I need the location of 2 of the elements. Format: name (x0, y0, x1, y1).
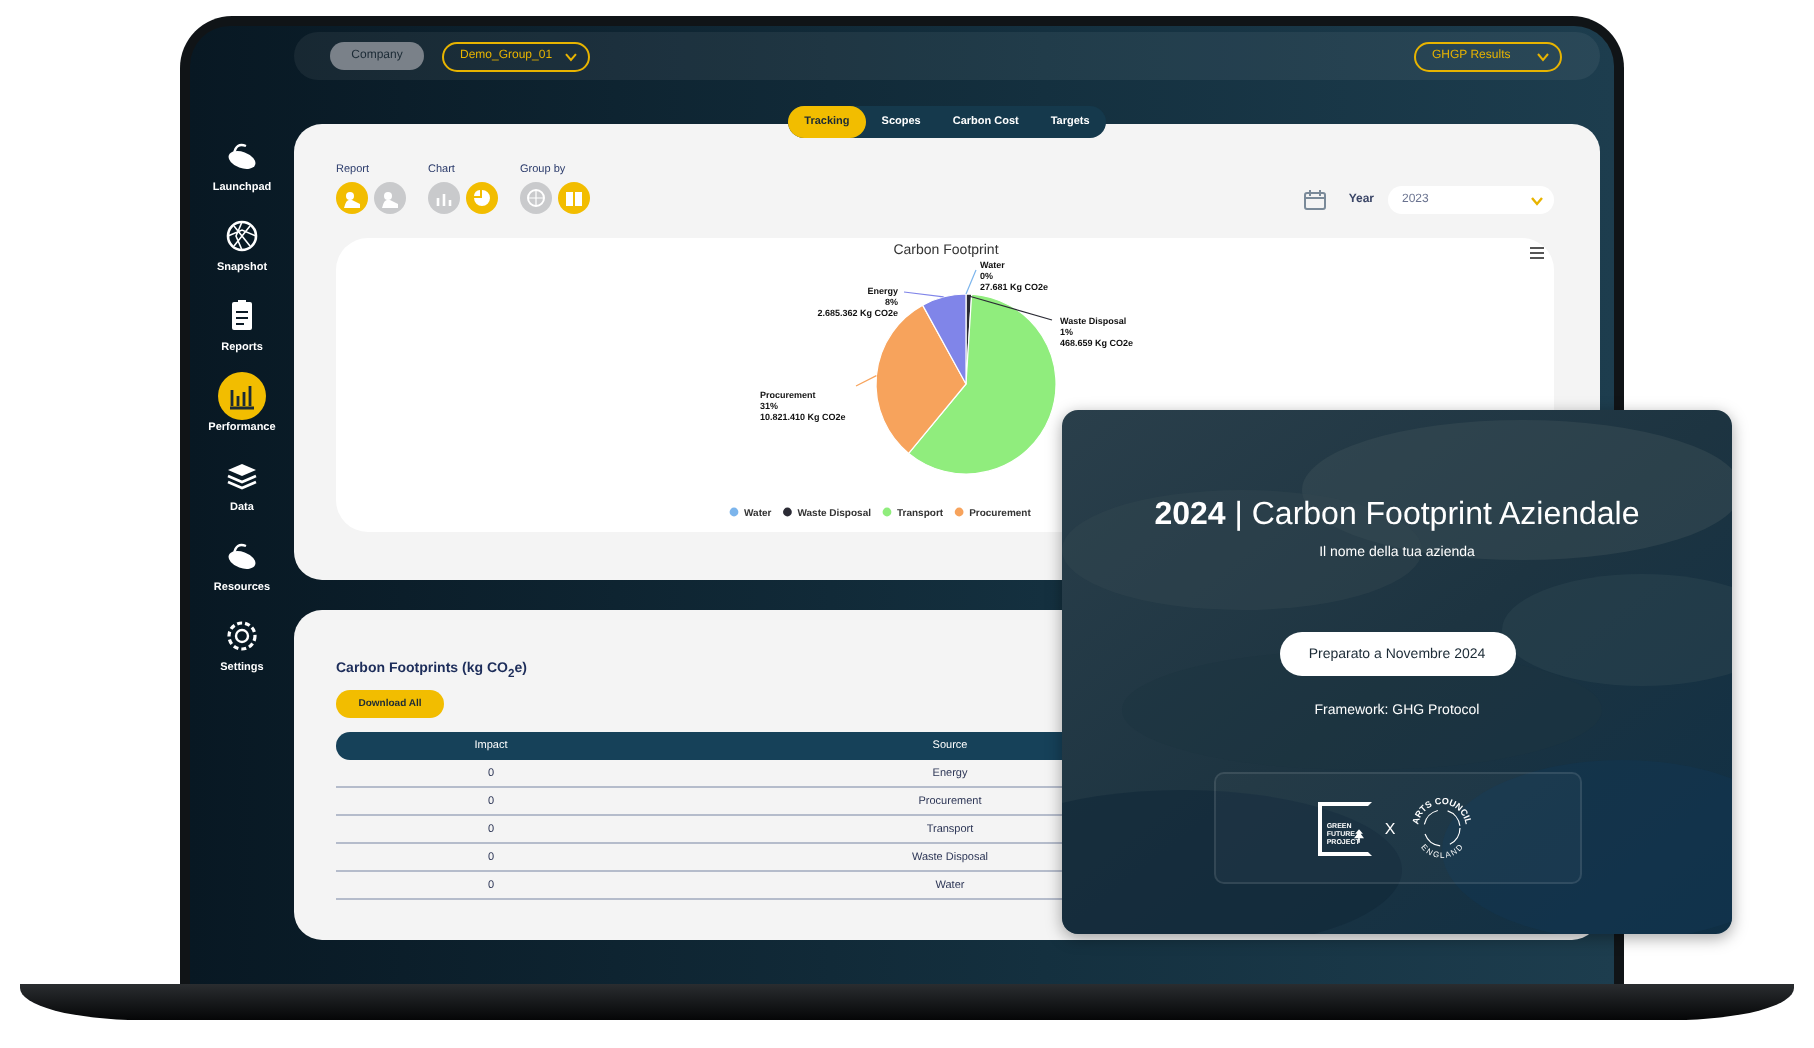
separator-text: X (1384, 819, 1396, 837)
cover-title: 2024 | Carbon Footprint Aziendale (1154, 498, 1640, 534)
